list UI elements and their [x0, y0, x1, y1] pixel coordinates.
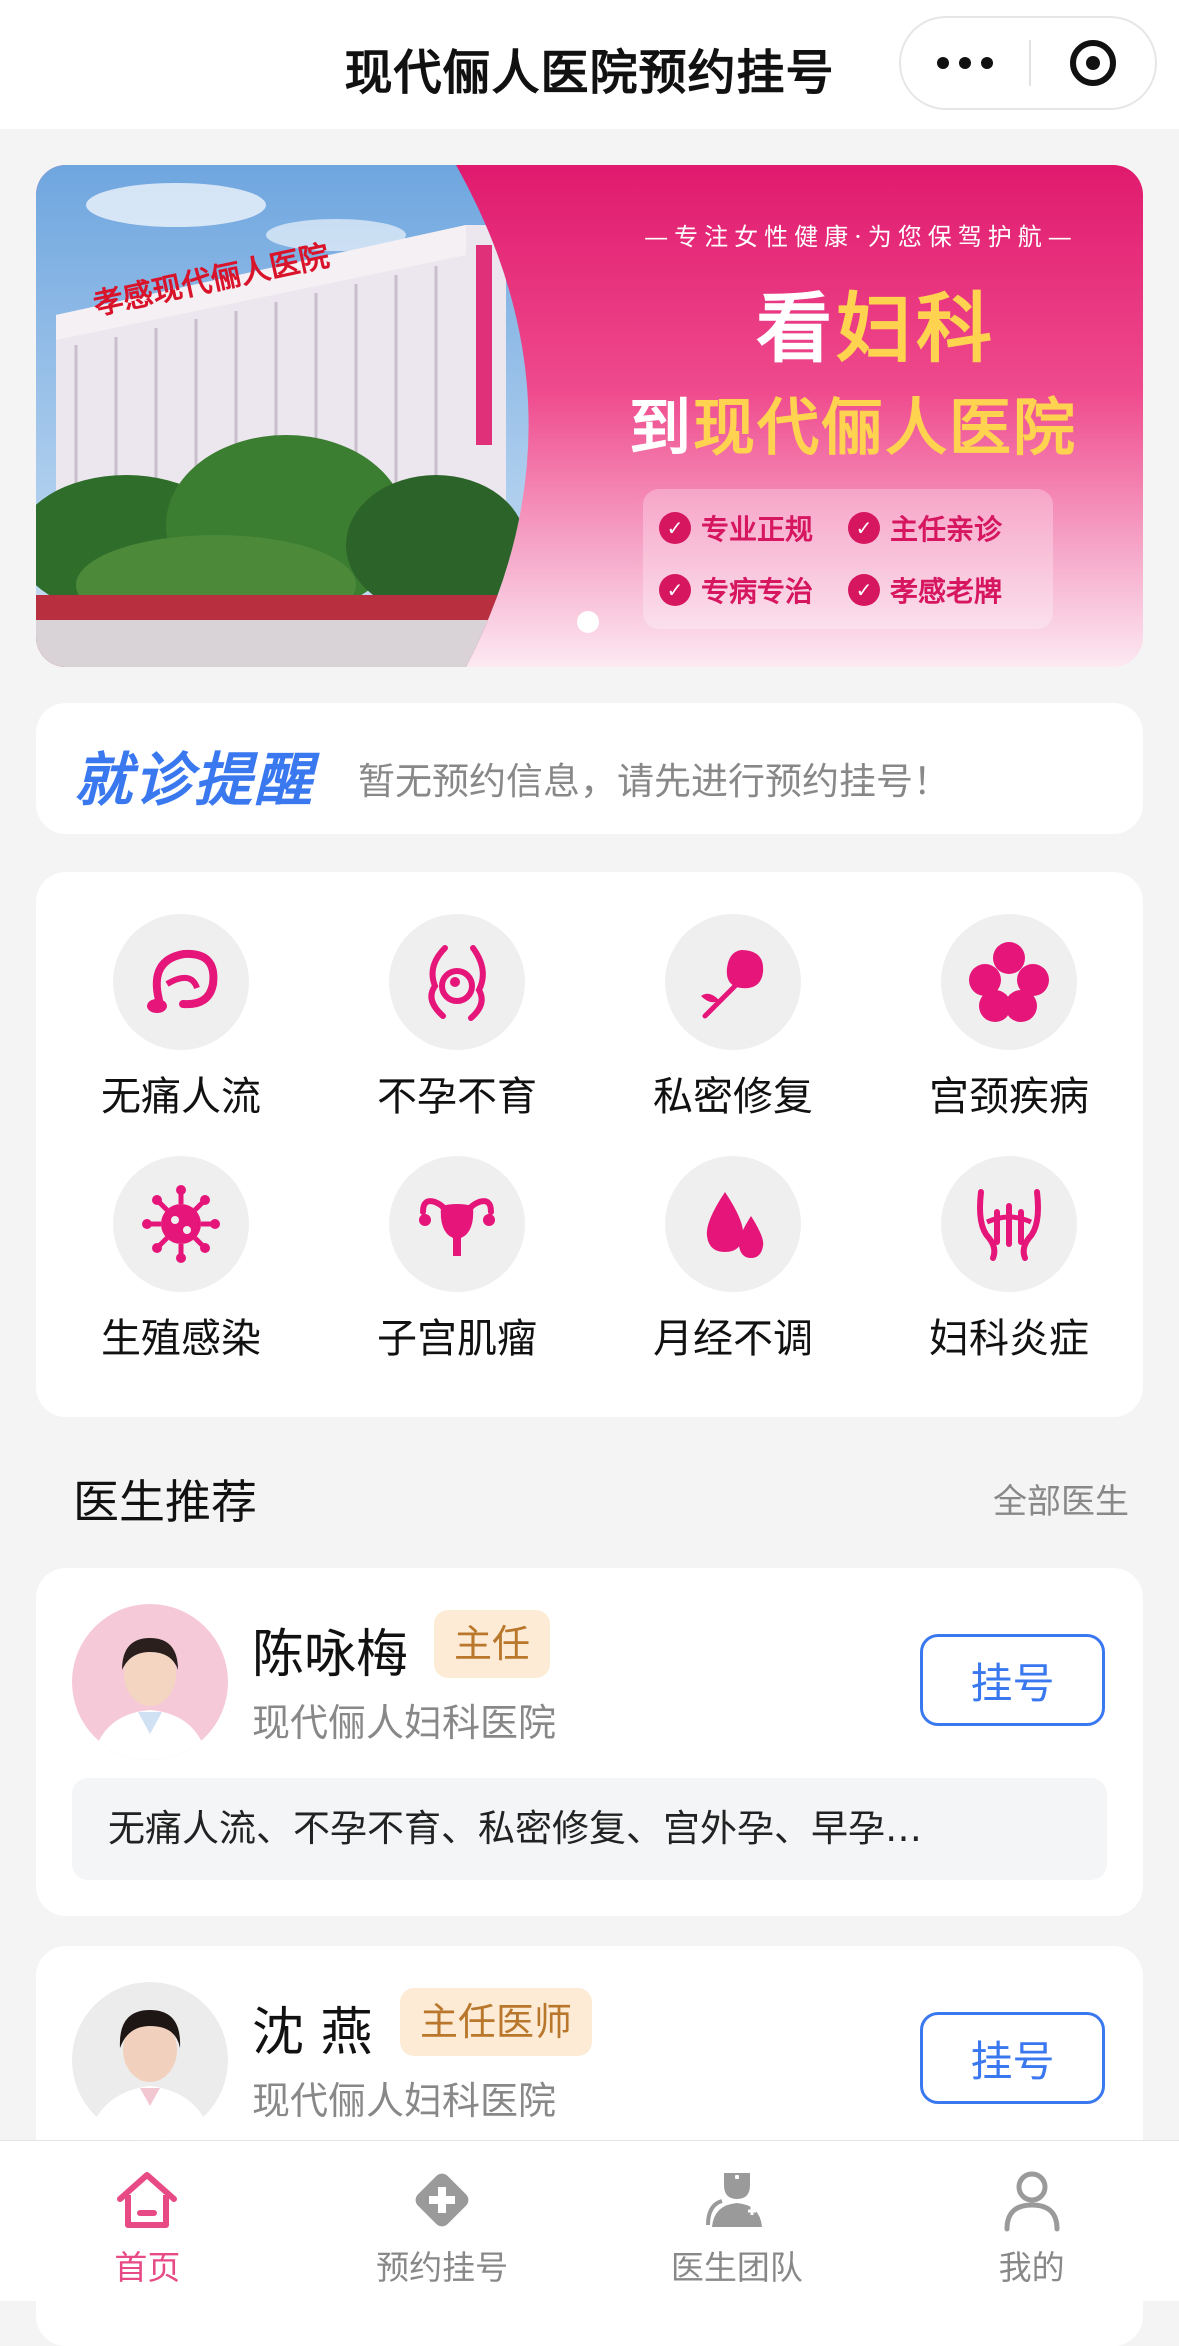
check-icon: ✓: [848, 574, 880, 606]
mini-program-capsule: [899, 16, 1157, 110]
doctor-team-icon: [705, 2173, 762, 2227]
tab-home[interactable]: 首页: [0, 2141, 295, 2301]
banner-slogan: —专注女性健康·为您保驾护航—: [644, 223, 1078, 251]
doctor-title-badge: 主任医师: [400, 1988, 593, 2056]
category-label: 子宫肌瘤: [377, 1316, 537, 1362]
feature-tag: ✓ 主任亲诊: [848, 497, 1037, 559]
flower-icon: [941, 914, 1077, 1050]
reminder-title: 就诊提醒: [74, 746, 315, 814]
hospital-building-photo: 孝感现代俪人医院: [36, 165, 529, 667]
doctor-hospital: 现代俪人妇科医院: [252, 1701, 557, 1745]
doctor-name: 沈 燕: [252, 2003, 373, 2063]
category-reproductive-infection[interactable]: 生殖感染: [43, 1114, 319, 1362]
more-dots-icon: [937, 57, 949, 69]
carousel-indicator[interactable]: [577, 611, 599, 633]
tab-label: 我的: [998, 2248, 1065, 2287]
bottom-tab-bar: 首页 预约挂号 医生团队 我的: [0, 2140, 1179, 2301]
banner-feature-tags: ✓ 专业正规 ✓ 主任亲诊 ✓ 专病专治 ✓ 孝感老牌: [643, 489, 1053, 629]
tab-label: 医生团队: [670, 2248, 803, 2287]
more-menu-button[interactable]: [901, 18, 1029, 108]
reminder-text: 暂无预约信息，请先进行预约挂号！: [358, 760, 950, 803]
abortion-icon: [113, 914, 249, 1050]
tab-profile[interactable]: 我的: [884, 2141, 1179, 2301]
all-doctors-link[interactable]: 全部医生: [993, 1474, 1129, 1523]
category-private-repair[interactable]: 私密修复: [595, 872, 871, 1120]
department-grid: 无痛人流 不孕不育 私密修复 宫颈疾病 生殖感染 子宫肌瘤 月经不调 妇科炎症: [36, 872, 1143, 1417]
close-mini-program-button[interactable]: [1031, 18, 1155, 108]
target-close-icon: [1070, 40, 1116, 86]
category-infertility[interactable]: 不孕不育: [319, 872, 595, 1120]
register-button[interactable]: 挂号: [920, 2012, 1105, 2104]
register-button[interactable]: 挂号: [920, 1634, 1105, 1726]
uterus-icon: [389, 1156, 525, 1292]
feature-tag: ✓ 专业正规: [659, 497, 848, 559]
check-icon: ✓: [659, 512, 691, 544]
category-menstrual[interactable]: 月经不调: [595, 1114, 871, 1362]
doctor-hospital: 现代俪人妇科医院: [252, 2079, 557, 2123]
tab-doctor-team[interactable]: 医生团队: [590, 2141, 885, 2301]
medical-cross-icon: [415, 2173, 469, 2227]
visit-reminder-card[interactable]: 就诊提醒 暂无预约信息，请先进行预约挂号！: [36, 703, 1143, 834]
tab-appointment[interactable]: 预约挂号: [295, 2141, 590, 2301]
doctor-avatar: [72, 1982, 228, 2138]
doctor-avatar: [72, 1604, 228, 1760]
category-gynecological-inflammation[interactable]: 妇科炎症: [871, 1114, 1147, 1362]
user-icon: [1004, 2171, 1060, 2232]
pelvis-icon: [941, 1156, 1077, 1292]
category-label: 月经不调: [653, 1316, 813, 1362]
category-cervical[interactable]: 宫颈疾病: [871, 872, 1147, 1120]
category-label: 妇科炎症: [929, 1316, 1089, 1362]
doctor-title-badge: 主任: [434, 1610, 551, 1678]
feature-tag: ✓ 专病专治: [659, 559, 848, 621]
top-nav-bar: 现代俪人医院预约挂号: [0, 0, 1179, 129]
banner-headline: 看妇科: [756, 284, 996, 373]
drops-icon: [665, 1156, 801, 1292]
home-icon: [117, 2172, 178, 2228]
tab-label: 预约挂号: [376, 2248, 509, 2287]
rose-icon: [665, 914, 801, 1050]
category-abortion[interactable]: 无痛人流: [43, 872, 319, 1120]
check-icon: ✓: [659, 574, 691, 606]
doctor-name: 陈咏梅: [252, 1625, 409, 1685]
category-uterine-fibroids[interactable]: 子宫肌瘤: [319, 1114, 595, 1362]
banner-subline: 到现代俪人医院: [628, 391, 1078, 464]
check-icon: ✓: [848, 512, 880, 544]
carousel-dot-active[interactable]: [577, 611, 599, 633]
category-label: 生殖感染: [101, 1316, 261, 1362]
feature-tag: ✓ 孝感老牌: [848, 559, 1037, 621]
virus-icon: [113, 1156, 249, 1292]
tab-label: 首页: [114, 2248, 181, 2287]
doctor-card[interactable]: 陈咏梅 主任 现代俪人妇科医院 挂号 无痛人流、不孕不育、私密修复、宫外孕、早孕…: [36, 1568, 1143, 1916]
pregnancy-icon: [389, 914, 525, 1050]
doctor-section-title: 医生推荐: [73, 1475, 257, 1529]
doctor-specialties: 无痛人流、不孕不育、私密修复、宫外孕、早孕…: [72, 1778, 1107, 1880]
promo-banner[interactable]: 孝感现代俪人医院 —专注女性健康·为您保驾护航— 看妇科 到现代俪人医院 ✓ 专业…: [36, 165, 1143, 667]
